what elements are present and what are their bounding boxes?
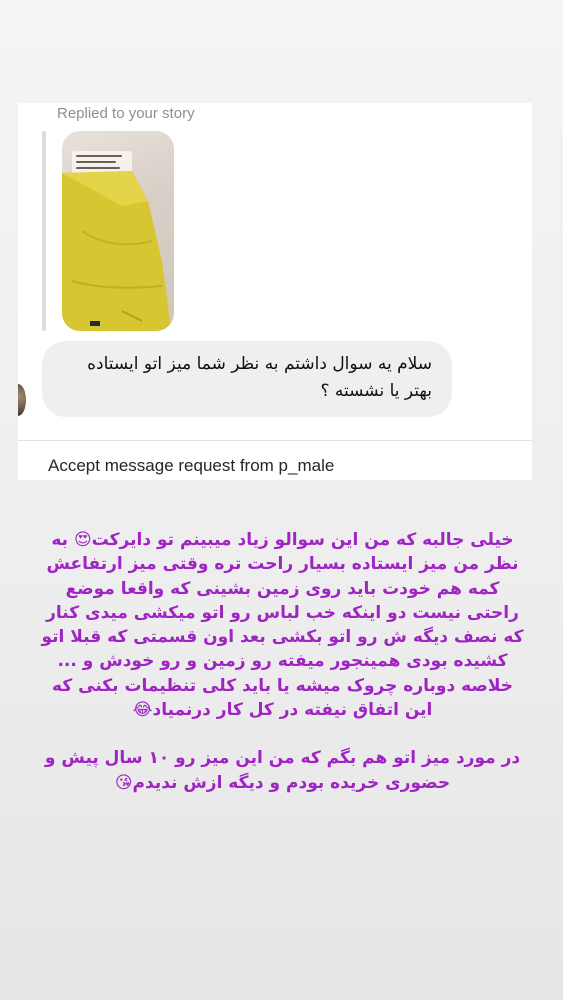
- replied-to-story-label: Replied to your story: [57, 105, 195, 122]
- caption-paragraph-2: در مورد میز اتو هم بگم که من این میز رو …: [44, 748, 521, 793]
- username-redaction: [358, 455, 532, 480]
- accept-request-link[interactable]: Accept message request from p_male: [48, 456, 334, 476]
- story-thumbnail-caption-line: [76, 155, 122, 157]
- caption-paragraph-1: خیلی جالبه که من این سوالو زیاد میبینم ت…: [41, 530, 524, 721]
- message-bubble: سلام یه سوال داشتم به نظر شما میز اتو ای…: [42, 341, 452, 417]
- story-thumbnail-caption-line: [76, 167, 120, 169]
- dm-screenshot-card: Replied to your story سلام یه سوال داشتم…: [18, 103, 532, 480]
- story-thumbnail-caption-line: [76, 161, 116, 163]
- reply-indicator-bar: [42, 131, 46, 331]
- divider: [18, 440, 532, 441]
- avatar[interactable]: [18, 384, 26, 416]
- story-thumbnail[interactable]: [62, 131, 174, 331]
- message-text: سلام یه سوال داشتم به نظر شما میز اتو ای…: [87, 354, 432, 401]
- story-caption: خیلی جالبه که من این سوالو زیاد میبینم ت…: [40, 528, 525, 795]
- yellow-pants-image: [62, 171, 174, 331]
